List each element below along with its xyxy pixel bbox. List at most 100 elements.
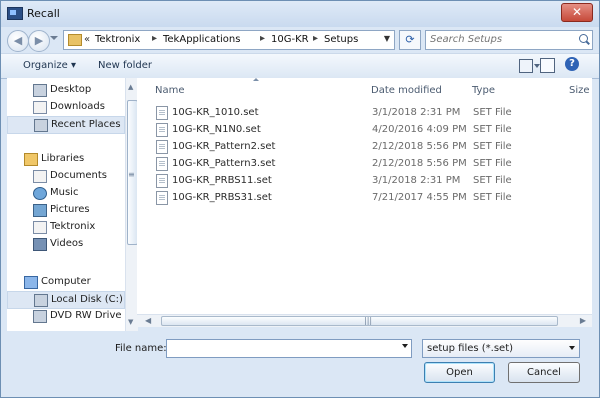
scroll-up-icon[interactable]: ▲ xyxy=(128,83,133,91)
file-date: 2/12/2018 5:56 PM xyxy=(372,158,467,169)
file-icon xyxy=(156,140,168,154)
file-type-select[interactable]: setup files (*.set) xyxy=(422,339,580,358)
sort-ascending-icon xyxy=(253,78,259,81)
sidebar-item-label: Downloads xyxy=(50,101,105,112)
desktop-icon xyxy=(33,84,47,97)
sidebar-item-recent-places[interactable]: Recent Places xyxy=(7,116,125,134)
breadcrumb-tekapplications[interactable]: TekApplications xyxy=(163,34,240,45)
navigation-pane: Desktop Downloads Recent Places Librarie… xyxy=(7,78,126,331)
scroll-left-icon[interactable]: ◀ xyxy=(145,316,151,325)
sidebar-item-label: Computer xyxy=(41,276,91,287)
file-row[interactable]: 10G-KR_PRBS11.set 3/1/2018 2:31 PM SET F… xyxy=(147,172,587,189)
sidebar-item-label: Documents xyxy=(50,170,108,181)
navigation-bar: ◀ ▶ « Tektronix ▸ TekApplications ▸ 10G-… xyxy=(1,27,599,53)
sidebar-item-videos[interactable]: Videos xyxy=(7,236,125,252)
scroll-down-icon[interactable]: ▼ xyxy=(128,318,133,326)
organize-button[interactable]: Organize ▾ xyxy=(23,60,76,71)
address-bar[interactable]: « Tektronix ▸ TekApplications ▸ 10G-KR ▸… xyxy=(63,30,395,50)
new-folder-button[interactable]: New folder xyxy=(98,60,152,71)
file-type: SET File xyxy=(473,107,512,118)
search-icon[interactable] xyxy=(579,34,588,43)
file-row[interactable]: 10G-KR_PRBS31.set 7/21/2017 4:55 PM SET … xyxy=(147,189,587,206)
column-header-size[interactable]: Size xyxy=(569,85,590,96)
sidebar-item-label: Pictures xyxy=(50,204,90,215)
sidebar-item-desktop[interactable]: Desktop xyxy=(7,82,125,98)
file-name-combobox[interactable] xyxy=(166,339,412,358)
file-date: 4/20/2016 4:09 PM xyxy=(372,124,467,135)
breadcrumb-separator[interactable]: ▸ xyxy=(313,33,318,44)
sidebar-item-computer[interactable]: Computer xyxy=(7,274,125,290)
file-name: 10G-KR_PRBS31.set xyxy=(172,192,272,203)
scrollbar-grip-icon: ||| xyxy=(364,316,373,325)
file-name: 10G-KR_Pattern3.set xyxy=(172,158,276,169)
open-button[interactable]: Open xyxy=(424,362,495,383)
recent-locations-dropdown-icon[interactable] xyxy=(50,36,58,40)
file-type: SET File xyxy=(473,175,512,186)
file-type: SET File xyxy=(473,124,512,135)
music-icon xyxy=(33,187,47,200)
breadcrumb-setups[interactable]: Setups xyxy=(324,34,358,45)
file-row[interactable]: 10G-KR_N1N0.set 4/20/2016 4:09 PM SET Fi… xyxy=(147,121,587,138)
close-button[interactable]: ✕ xyxy=(561,3,593,22)
pictures-icon xyxy=(33,204,47,217)
preview-pane-icon[interactable] xyxy=(540,58,555,73)
sidebar-item-label: Desktop xyxy=(50,84,92,95)
help-icon[interactable]: ? xyxy=(565,57,579,71)
file-date: 3/1/2018 2:31 PM xyxy=(372,175,461,186)
breadcrumb-tektronix[interactable]: Tektronix xyxy=(95,34,140,45)
sidebar-item-dvd-drive[interactable]: DVD RW Drive (D xyxy=(7,308,125,324)
sidebar-item-label: DVD RW Drive (D xyxy=(50,310,125,321)
breadcrumb-separator[interactable]: ▸ xyxy=(260,33,265,44)
folder-icon xyxy=(68,34,82,46)
scrollbar-grip-icon: ≡ xyxy=(128,170,135,179)
file-row[interactable]: 10G-KR_1010.set 3/1/2018 2:31 PM SET Fil… xyxy=(147,104,587,121)
breadcrumb-10g-kr[interactable]: 10G-KR xyxy=(271,34,309,45)
sidebar-item-documents[interactable]: Documents xyxy=(7,168,125,184)
file-name-input[interactable] xyxy=(169,341,394,355)
file-icon xyxy=(156,191,168,205)
title-bar: Recall ✕ xyxy=(1,1,599,27)
sidebar-item-downloads[interactable]: Downloads xyxy=(7,99,125,115)
file-date: 2/12/2018 5:56 PM xyxy=(372,141,467,152)
address-overflow[interactable]: « xyxy=(84,34,90,45)
sidebar-item-label: Local Disk (C:) xyxy=(51,294,123,305)
libraries-icon xyxy=(24,153,38,166)
sidebar-item-label: Videos xyxy=(50,238,84,249)
file-type-dropdown-icon[interactable] xyxy=(569,346,575,350)
scroll-right-icon[interactable]: ▶ xyxy=(580,316,586,325)
sidebar-item-pictures[interactable]: Pictures xyxy=(7,202,125,218)
column-header-name[interactable]: Name xyxy=(155,85,185,96)
file-icon xyxy=(156,157,168,171)
sidebar-item-tektronix[interactable]: Tektronix xyxy=(7,219,125,235)
command-toolbar: Organize ▾ New folder ? xyxy=(1,53,599,79)
sidebar-item-label: Libraries xyxy=(41,153,85,164)
downloads-icon xyxy=(33,101,47,114)
sidebar-item-music[interactable]: Music xyxy=(7,185,125,201)
breadcrumb-separator[interactable]: ▸ xyxy=(152,33,157,44)
cancel-button[interactable]: Cancel xyxy=(508,362,580,383)
file-name-dropdown-icon[interactable] xyxy=(402,344,408,348)
search-box[interactable] xyxy=(425,30,593,50)
change-view-icon[interactable] xyxy=(519,59,533,73)
column-header-date-modified[interactable]: Date modified xyxy=(371,85,442,96)
window-title: Recall xyxy=(27,7,60,20)
scrollbar-thumb[interactable]: ||| xyxy=(161,316,558,326)
refresh-button[interactable]: ⟳ xyxy=(399,30,421,50)
sidebar-item-libraries[interactable]: Libraries xyxy=(7,151,125,167)
search-input[interactable] xyxy=(430,32,570,47)
forward-button[interactable]: ▶ xyxy=(28,30,50,52)
file-row[interactable]: 10G-KR_Pattern3.set 2/12/2018 5:56 PM SE… xyxy=(147,155,587,172)
sidebar-item-local-disk[interactable]: Local Disk (C:) xyxy=(7,291,125,309)
videos-icon xyxy=(33,238,47,251)
back-button[interactable]: ◀ xyxy=(7,30,29,52)
column-header-type[interactable]: Type xyxy=(472,85,495,96)
file-type: SET File xyxy=(473,141,512,152)
dvd-drive-icon xyxy=(33,310,47,323)
file-row[interactable]: 10G-KR_Pattern2.set 2/12/2018 5:56 PM SE… xyxy=(147,138,587,155)
address-dropdown-icon[interactable]: ▼ xyxy=(384,34,390,43)
file-icon xyxy=(156,174,168,188)
file-list-horizontal-scrollbar[interactable]: ◀ ||| ▶ xyxy=(137,314,592,327)
file-name: 10G-KR_N1N0.set xyxy=(172,124,261,135)
computer-icon xyxy=(24,276,38,289)
documents-icon xyxy=(33,170,47,183)
